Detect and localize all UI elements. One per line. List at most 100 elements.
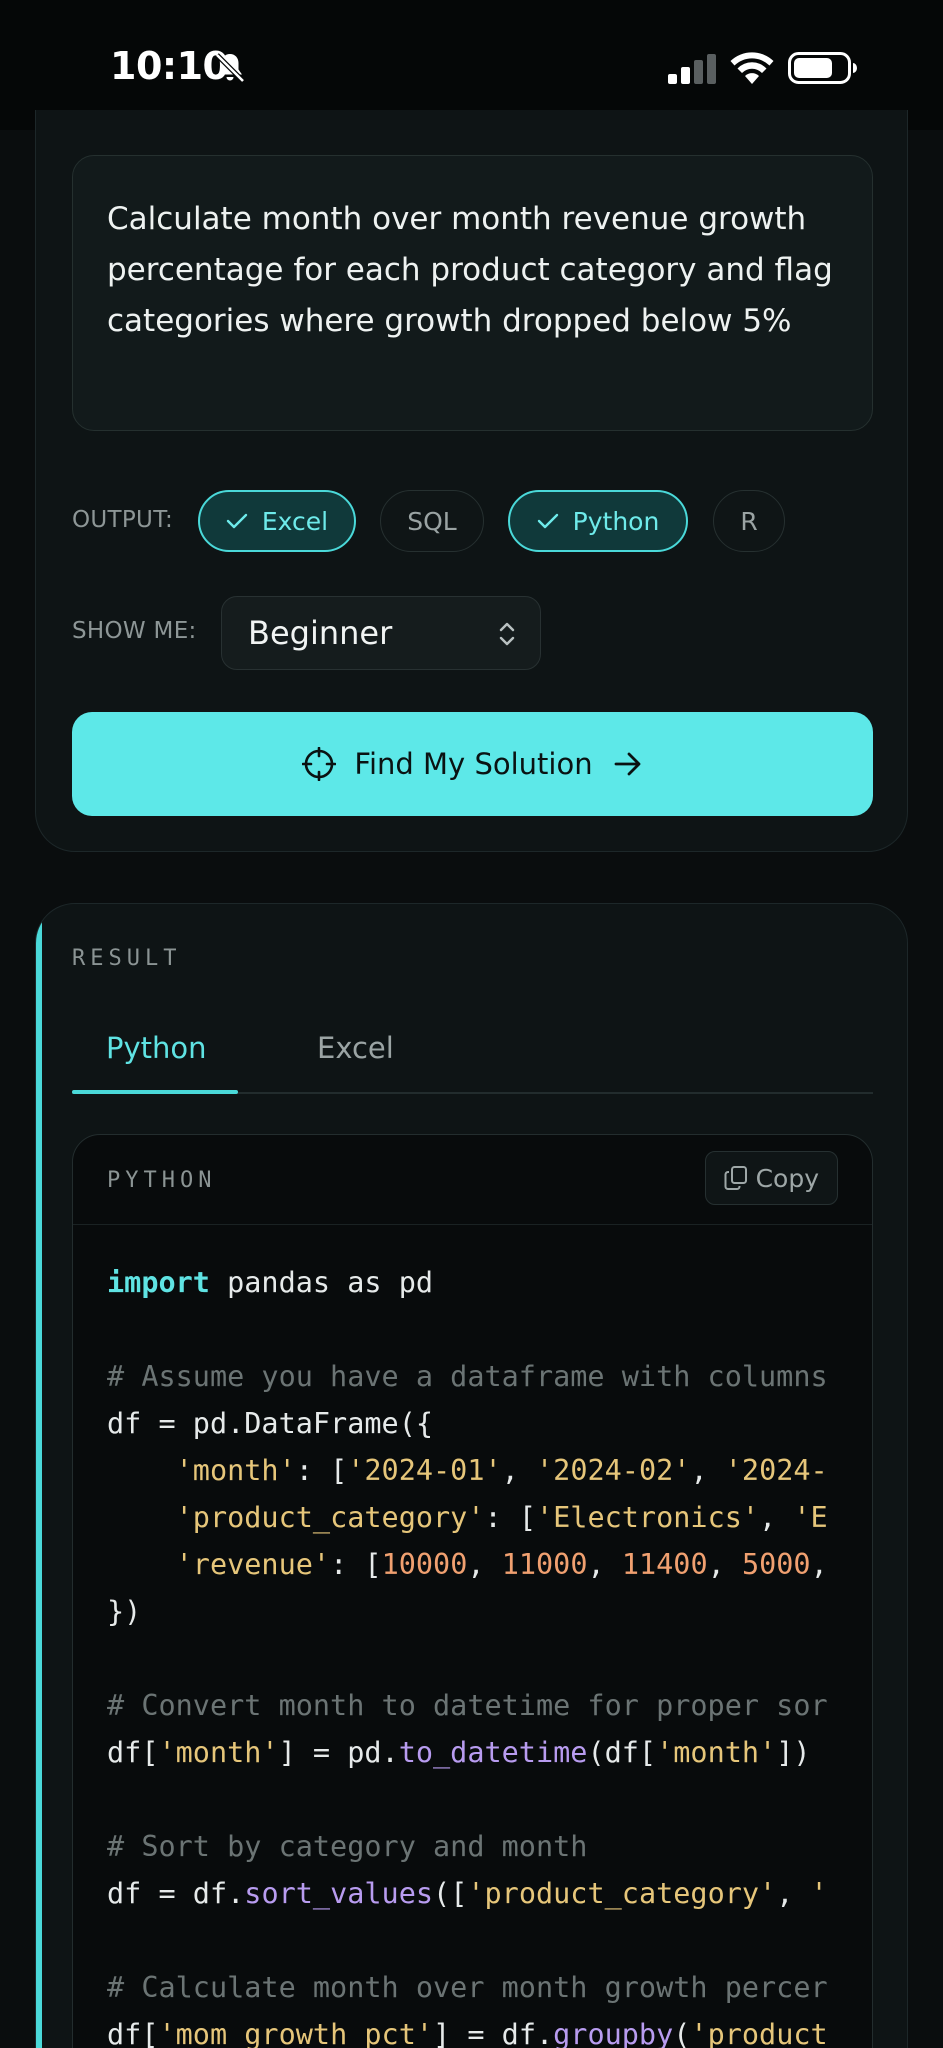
show-me-label: SHOW ME: <box>72 618 197 644</box>
code-body: import pandas as pd # Assume you have a … <box>107 1259 828 2048</box>
cellular-signal-icon <box>668 54 716 84</box>
output-chip-excel[interactable]: Excel <box>198 490 356 552</box>
query-text: Calculate month over month revenue growt… <box>107 201 833 339</box>
code-token: # Calculate month over month growth perc… <box>107 1971 828 2004</box>
code-token: , <box>467 1548 502 1581</box>
code-line: df['mom_growth_pct'] = df.groupby('produ… <box>107 2011 828 2048</box>
code-token: 'product <box>690 2018 828 2048</box>
code-token: '2024-01' <box>347 1454 502 1487</box>
code-token: # Sort by category and month <box>107 1830 588 1863</box>
code-header: PYTHON Copy <box>73 1135 872 1225</box>
code-token: ' <box>810 1877 828 1910</box>
code-token: , <box>587 1548 622 1581</box>
code-line: 'revenue': [10000, 11000, 11400, 5000, <box>107 1541 828 1588</box>
code-token: groupby <box>553 2018 674 2048</box>
code-token: }) <box>107 1595 142 1628</box>
level-select[interactable]: Beginner <box>221 596 541 670</box>
code-token: 11400 <box>621 1548 708 1581</box>
code-block: PYTHON Copy import pandas as pd # Assume… <box>72 1134 873 2048</box>
bell-slash-icon <box>215 53 245 83</box>
query-textarea[interactable]: Calculate month over month revenue growt… <box>72 155 873 431</box>
code-line: # Convert month to datetime for proper s… <box>107 1682 828 1729</box>
find-solution-label: Find My Solution <box>354 747 593 781</box>
copy-label: Copy <box>755 1163 819 1193</box>
result-label: RESULT <box>72 946 182 971</box>
code-token: df = pd.DataFrame({ <box>107 1407 434 1440</box>
code-line: import pandas as pd <box>107 1259 828 1306</box>
code-token: sort_values <box>244 1877 434 1910</box>
output-chip-label: R <box>740 506 758 536</box>
code-line: df['month'] = pd.to_datetime(df['month']… <box>107 1729 828 1776</box>
code-token: # Convert month to datetime for proper s… <box>107 1689 828 1722</box>
crosshair-icon <box>302 747 337 781</box>
code-token: ]) <box>776 1736 811 1769</box>
code-token: df = df. <box>107 1877 245 1910</box>
code-line: # Sort by category and month <box>107 1823 828 1870</box>
code-token: , <box>707 1548 742 1581</box>
query-card: Calculate month over month revenue growt… <box>35 110 908 852</box>
code-token: 'month' <box>175 1454 296 1487</box>
code-token: df[ <box>107 2018 159 2048</box>
code-line: # Assume you have a dataframe with colum… <box>107 1353 828 1400</box>
code-token: : [ <box>295 1454 348 1487</box>
code-token: ] = pd. <box>278 1736 399 1769</box>
output-chip-label: SQL <box>407 506 457 536</box>
code-token: 'month' <box>656 1736 777 1769</box>
level-select-value: Beginner <box>248 614 393 652</box>
code-line: df = df.sort_values(['product_category',… <box>107 1870 828 1917</box>
output-chip-label: Python <box>572 506 660 536</box>
code-line: }) <box>107 1588 828 1635</box>
code-token: : [ <box>484 1501 536 1534</box>
code-token: to_datetime <box>398 1736 588 1769</box>
code-token: ( <box>673 2018 691 2048</box>
copy-icon <box>724 1166 747 1190</box>
code-language-label: PYTHON <box>107 1168 217 1193</box>
code-token: 'month' <box>158 1736 279 1769</box>
code-token: 5000 <box>741 1548 811 1581</box>
code-line: df = pd.DataFrame({ <box>107 1400 828 1447</box>
code-token: , <box>810 1548 828 1581</box>
code-token: : [ <box>330 1548 382 1581</box>
code-token: 'mom_growth_pct' <box>158 2018 434 2048</box>
active-tab-indicator <box>72 1090 238 1094</box>
code-token: , <box>690 1454 725 1487</box>
code-token: , <box>776 1877 811 1910</box>
code-token: 11000 <box>501 1548 588 1581</box>
tab-python[interactable]: Python <box>106 1002 207 1094</box>
code-token: (df[ <box>587 1736 657 1769</box>
code-line: # Calculate month over month growth perc… <box>107 1964 828 2011</box>
code-token: 'Electronics' <box>535 1501 760 1534</box>
copy-button[interactable]: Copy <box>704 1151 838 1205</box>
output-chip-sql[interactable]: SQL <box>380 490 484 552</box>
code-token: '2024- <box>724 1454 828 1487</box>
result-tabs: Python Excel <box>72 1002 873 1094</box>
chevron-up-down-icon <box>499 622 515 646</box>
code-token: , <box>501 1454 536 1487</box>
code-token: ] = df. <box>433 2018 554 2048</box>
code-token: 10000 <box>381 1548 468 1581</box>
code-token: '2024-02' <box>536 1454 691 1487</box>
battery-icon <box>788 52 857 84</box>
code-token: 'product_category' <box>467 1877 777 1910</box>
wifi-icon <box>730 52 774 84</box>
tab-label: Python <box>106 1031 207 1065</box>
output-chip-python[interactable]: Python <box>508 490 688 552</box>
code-token: pandas as pd <box>209 1266 434 1299</box>
check-icon <box>226 513 248 529</box>
status-time: 10:10 <box>110 44 229 88</box>
find-solution-button[interactable]: Find My Solution <box>72 712 873 816</box>
code-token: df[ <box>107 1736 159 1769</box>
code-token: ([ <box>433 1877 468 1910</box>
output-chip-r[interactable]: R <box>713 490 785 552</box>
code-line: 'month': ['2024-01', '2024-02', '2024- <box>107 1447 828 1494</box>
output-chip-label: Excel <box>261 506 329 536</box>
code-token: import <box>107 1266 210 1299</box>
code-token: 'E <box>793 1501 828 1534</box>
tab-excel[interactable]: Excel <box>317 1002 394 1094</box>
